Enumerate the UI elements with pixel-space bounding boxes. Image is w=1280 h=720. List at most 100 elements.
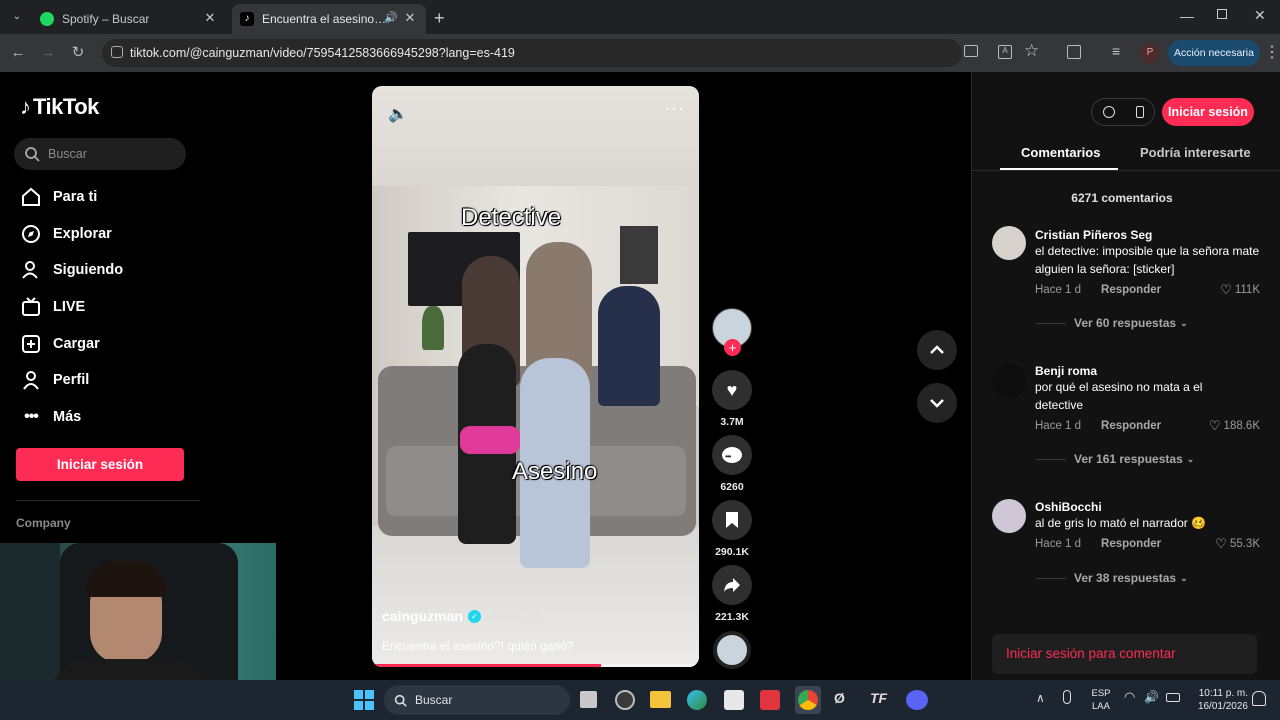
- media-control-icon[interactable]: ≡: [1112, 43, 1120, 59]
- sidebar-item-explorar[interactable]: Explorar: [20, 219, 112, 249]
- tab-search-button[interactable]: ⌄: [8, 8, 26, 26]
- app-icon-red-square[interactable]: [760, 690, 780, 710]
- company-section-label[interactable]: Company: [16, 516, 71, 530]
- author-name[interactable]: cainguzman: [382, 608, 463, 624]
- maximize-button[interactable]: [1217, 9, 1227, 19]
- volume-icon[interactable]: 🔊: [1144, 690, 1159, 704]
- close-tab-icon[interactable]: ✕: [402, 10, 418, 26]
- avatar[interactable]: [992, 364, 1026, 398]
- app-icon-tf[interactable]: TF: [870, 690, 892, 710]
- more-options-icon[interactable]: ···: [664, 98, 685, 119]
- forward-button[interactable]: →: [38, 43, 58, 63]
- action-needed-button[interactable]: Acción necesaria: [1168, 40, 1260, 66]
- like-button[interactable]: ♥: [712, 370, 752, 410]
- share-button[interactable]: [712, 565, 752, 605]
- tab-spotify[interactable]: Spotify – Buscar ✕: [30, 4, 226, 34]
- next-video-button[interactable]: [917, 383, 957, 423]
- save-button[interactable]: [712, 500, 752, 540]
- chrome-icon[interactable]: [795, 686, 821, 714]
- reply-button[interactable]: Responder: [1101, 284, 1161, 296]
- tab-comentarios[interactable]: Comentarios: [1021, 145, 1100, 160]
- translate-icon[interactable]: A: [998, 45, 1012, 59]
- tiktok-logo[interactable]: ♪ TikTok: [20, 94, 99, 120]
- avatar[interactable]: [992, 499, 1026, 533]
- app-icon-red[interactable]: [615, 690, 635, 710]
- tab-podria-interesarte[interactable]: Podría interesarte: [1140, 145, 1251, 160]
- lang-bottom: LAA: [1092, 701, 1110, 712]
- notification-icon[interactable]: [1252, 691, 1266, 706]
- store-icon[interactable]: [724, 690, 744, 710]
- replies-line: [1036, 322, 1066, 324]
- sidebar-item-live[interactable]: LIVE: [20, 292, 85, 322]
- sidebar-login-button[interactable]: Iniciar sesión: [16, 448, 184, 481]
- sidebar-divider: [16, 500, 200, 501]
- language-indicator[interactable]: ESP LAA: [1090, 687, 1112, 713]
- tiktok-favicon-icon: ♪: [240, 12, 254, 26]
- search-input[interactable]: Buscar: [14, 138, 186, 170]
- tab-tiktok[interactable]: ♪ Encuentra el asesino?! quién ganó? 🔊 ✕: [232, 4, 426, 34]
- save-count: 290.1K: [715, 546, 749, 558]
- url-input[interactable]: tiktok.com/@cainguzman/video/75954125836…: [102, 39, 978, 67]
- taskbar-search[interactable]: Buscar: [384, 685, 570, 715]
- comment-like[interactable]: ♡ 188.6K: [1209, 418, 1260, 434]
- tray-chevron-up-icon[interactable]: ∧: [1036, 691, 1045, 705]
- close-window-button[interactable]: ✕: [1254, 7, 1266, 24]
- chevron-down-icon: ⌄: [1180, 572, 1188, 583]
- profile-avatar[interactable]: P: [1140, 43, 1160, 63]
- video-player[interactable]: Detective Asesino 🔈 ··· cainguzman ✓ · H…: [372, 86, 699, 667]
- comment-button[interactable]: •••: [712, 435, 752, 475]
- reload-button[interactable]: ↻: [68, 43, 88, 63]
- follow-plus-icon[interactable]: +: [724, 339, 741, 356]
- back-button[interactable]: ←: [8, 43, 28, 63]
- minimize-button[interactable]: —: [1180, 8, 1194, 24]
- progress-track[interactable]: [372, 664, 699, 667]
- panel-login-button[interactable]: Iniciar sesión: [1162, 98, 1254, 126]
- battery-icon[interactable]: [1166, 693, 1180, 702]
- edge-icon[interactable]: [687, 690, 707, 710]
- view-replies-button[interactable]: Ver 38 respuestas ⌄: [1036, 571, 1188, 585]
- bookmark-star-icon[interactable]: ☆: [1024, 41, 1039, 61]
- wifi-icon[interactable]: ◠: [1124, 689, 1135, 705]
- sidebar-item-mas[interactable]: ••• Más: [20, 402, 81, 432]
- comment-author[interactable]: Cristian Piñeros Seg: [1035, 228, 1260, 242]
- volume-icon[interactable]: 🔈: [388, 104, 408, 124]
- previous-video-button[interactable]: [917, 330, 957, 370]
- sidebar-item-cargar[interactable]: Cargar: [20, 329, 100, 359]
- comments-panel: Iniciar sesión Comentarios Podría intere…: [971, 72, 1280, 680]
- reply-button[interactable]: Responder: [1101, 420, 1161, 432]
- install-icon[interactable]: [964, 45, 978, 57]
- chrome-menu-icon[interactable]: ⋮: [1264, 42, 1280, 62]
- task-view-icon[interactable]: [580, 691, 597, 708]
- windows-start-icon[interactable]: [354, 690, 374, 710]
- avatar[interactable]: [992, 226, 1026, 260]
- app-icon-ghost[interactable]: Ø: [834, 690, 852, 710]
- view-replies-button[interactable]: Ver 161 respuestas ⌄: [1036, 452, 1194, 466]
- comment-login-button[interactable]: Iniciar sesión para comentar: [992, 634, 1257, 674]
- file-explorer-icon[interactable]: [650, 691, 671, 708]
- upload-icon: [20, 333, 42, 355]
- reply-button[interactable]: Responder: [1101, 538, 1161, 550]
- url-text: tiktok.com/@cainguzman/video/75954125836…: [130, 46, 515, 60]
- discord-icon[interactable]: [906, 690, 928, 710]
- address-bar-row: ← → ↻ tiktok.com/@cainguzman/video/75954…: [0, 34, 1280, 72]
- comment-author[interactable]: OshiBocchi: [1035, 500, 1260, 514]
- comment-count-label: 6271 comentarios: [1071, 191, 1173, 205]
- sidebar-item-para-ti[interactable]: Para ti: [20, 182, 97, 212]
- comment-like[interactable]: ♡ 111K: [1220, 282, 1260, 298]
- comment-like[interactable]: ♡ 55.3K: [1215, 536, 1260, 552]
- microphone-icon[interactable]: [1063, 690, 1071, 704]
- site-info-icon[interactable]: [111, 46, 123, 58]
- new-tab-button[interactable]: +: [434, 8, 445, 29]
- phone-icon[interactable]: [1135, 106, 1144, 118]
- extensions-icon[interactable]: [1067, 45, 1081, 59]
- replies-line: [1036, 577, 1066, 579]
- view-replies-button[interactable]: Ver 60 respuestas ⌄: [1036, 316, 1188, 330]
- comment-author[interactable]: Benji roma: [1035, 364, 1260, 378]
- sidebar-item-siguiendo[interactable]: Siguiendo: [20, 255, 123, 285]
- clock[interactable]: 10:11 p. m. 16/01/2026: [1188, 687, 1248, 713]
- close-tab-icon[interactable]: ✕: [202, 10, 218, 26]
- explore-icon[interactable]: [1102, 106, 1115, 118]
- music-disc-avatar[interactable]: [713, 631, 751, 669]
- sidebar-item-perfil[interactable]: Perfil: [20, 365, 89, 395]
- speaker-icon[interactable]: 🔊: [384, 11, 398, 24]
